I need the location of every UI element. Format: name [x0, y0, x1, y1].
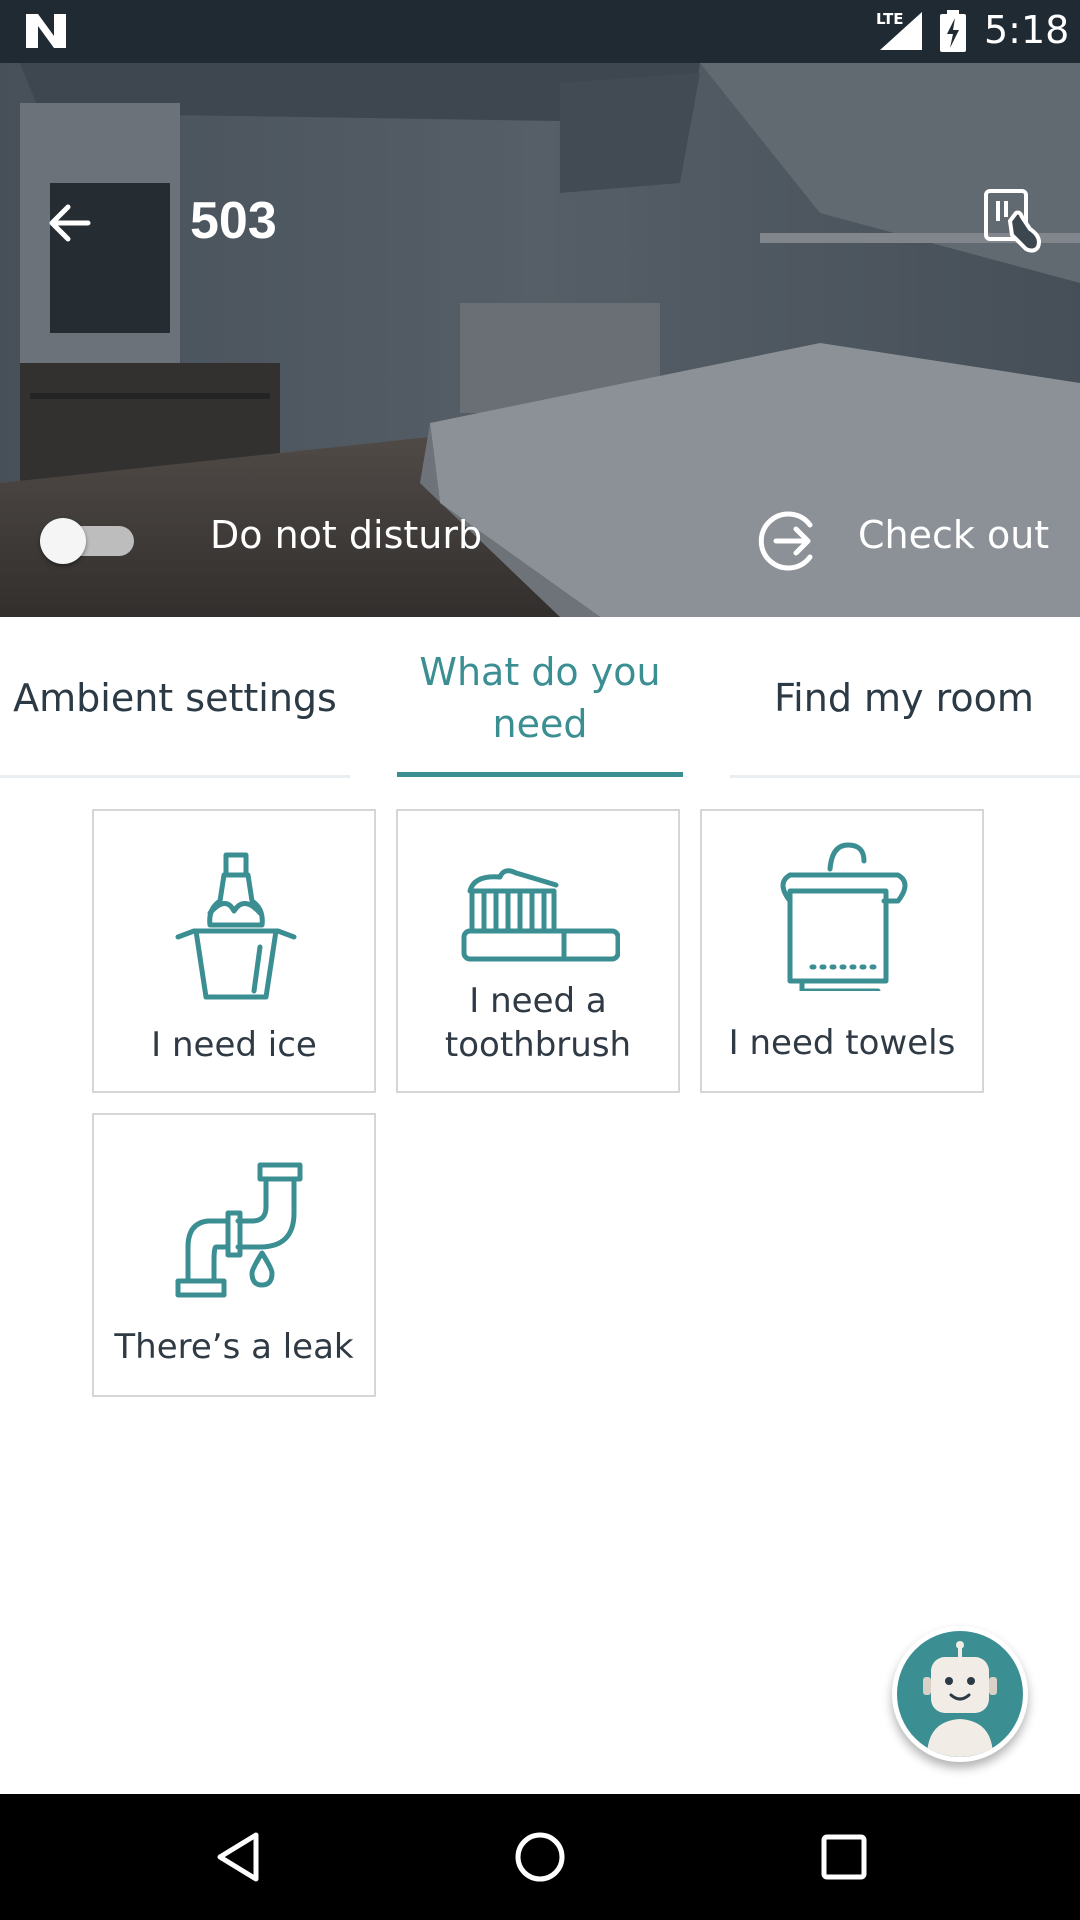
request-leak-label: There’s a leak — [114, 1327, 354, 1367]
request-ice-label: I need ice — [151, 1025, 317, 1065]
room-number-title: 503 — [190, 192, 277, 250]
do-not-disturb-toggle[interactable] — [40, 514, 136, 566]
do-not-disturb-label: Do not disturb — [210, 513, 483, 557]
n-logo-icon — [26, 14, 66, 48]
towels-icon — [780, 842, 908, 991]
chatbot-button[interactable] — [892, 1626, 1028, 1762]
request-toothbrush-label: I need a toothbrush — [444, 981, 632, 1065]
signal-icon — [880, 12, 922, 50]
ice-bucket-icon — [175, 852, 297, 1000]
request-leak-card[interactable]: There’s a leak — [92, 1113, 376, 1397]
check-out-label: Check out — [858, 513, 1050, 557]
tab-bar: Ambient settings What do you need Find m… — [0, 617, 1080, 778]
status-bar: LTE 5:18 — [0, 0, 1080, 63]
request-towels-card[interactable]: I need towels — [700, 809, 984, 1093]
back-nav-icon[interactable] — [210, 1827, 270, 1887]
request-towels-label: I need towels — [728, 1023, 956, 1063]
tab-find-my-room[interactable]: Find my room — [728, 617, 1080, 778]
tab-what-do-you-need[interactable]: What do you need — [397, 617, 683, 778]
recents-nav-icon[interactable] — [814, 1827, 874, 1887]
home-nav-icon[interactable] — [510, 1827, 570, 1887]
exit-arrow-icon — [758, 511, 813, 571]
tab-ambient-settings[interactable]: Ambient settings — [0, 617, 350, 778]
battery-charging-icon — [940, 10, 966, 52]
toothbrush-icon — [461, 868, 620, 962]
room-header: 503 Do not disturb Check out — [0, 63, 1080, 617]
tab-divider — [730, 775, 1080, 778]
request-ice-card[interactable]: I need ice — [92, 809, 376, 1093]
check-out-button[interactable]: Check out — [758, 505, 1050, 577]
leak-pipe-icon — [175, 1162, 303, 1298]
request-toothbrush-card[interactable]: I need a toothbrush — [396, 809, 680, 1093]
robot-icon — [923, 1641, 997, 1757]
tab-divider — [0, 775, 350, 778]
back-arrow-icon[interactable] — [40, 193, 100, 253]
clock: 5:18 — [984, 8, 1070, 52]
room-key-icon[interactable] — [982, 187, 1048, 255]
system-nav-bar — [0, 1794, 1080, 1920]
active-tab-indicator — [397, 772, 683, 777]
